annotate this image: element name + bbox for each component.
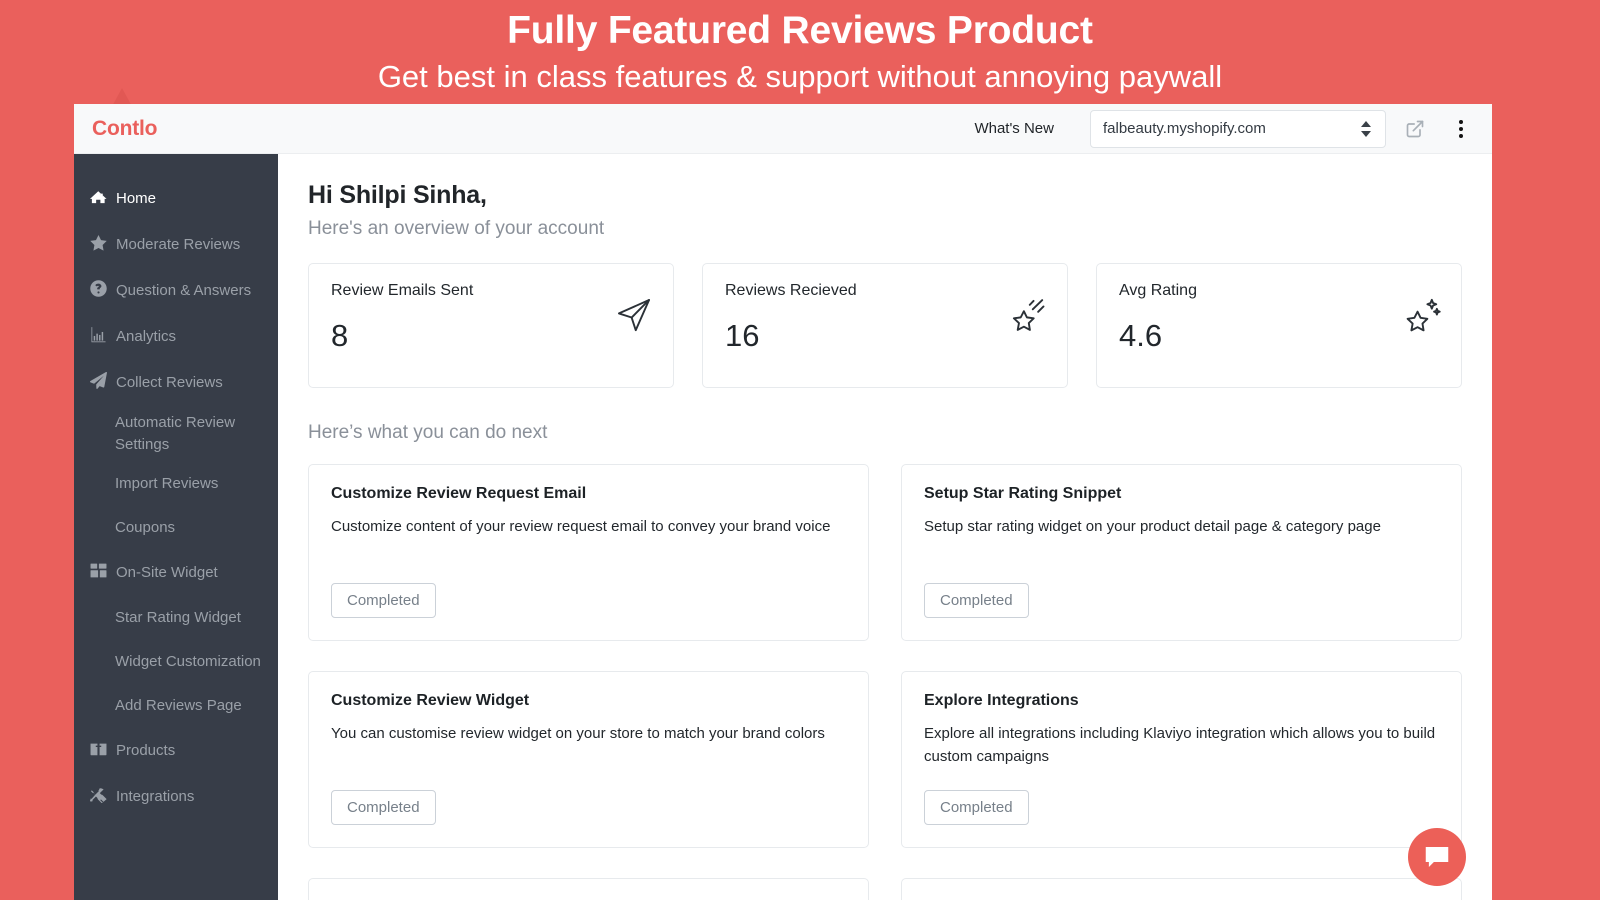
sidebar-label: Question & Answers [116, 268, 251, 314]
task-status-button[interactable]: Completed [331, 790, 436, 825]
paper-plane-icon [615, 296, 653, 339]
sidebar-item-moderate-reviews[interactable]: Moderate Reviews [74, 222, 278, 268]
stats-row: Review Emails Sent 8 Reviews Recieved 16 [308, 263, 1462, 388]
sidebar-label: Integrations [116, 774, 194, 820]
task-description: Customize content of your review request… [331, 515, 846, 538]
sidebar-item-integrations[interactable]: Integrations [74, 774, 278, 820]
main-content: Hi Shilpi Sinha, Here's an overview of y… [278, 154, 1492, 900]
sidebar-item-on-site-widget[interactable]: On-Site Widget [74, 550, 278, 596]
sidebar-subitem-add-reviews-page[interactable]: Add Reviews Page [74, 684, 278, 728]
sidebar: Home Moderate Reviews Question & Answers [74, 154, 278, 900]
app-header: Contlo What's New falbeauty.myshopify.co… [74, 104, 1492, 154]
sidebar-label: Automatic Review Settings [115, 412, 264, 456]
task-description: Explore all integrations including Klavi… [924, 722, 1439, 769]
sidebar-label: On-Site Widget [116, 550, 218, 596]
sidebar-label: Products [116, 728, 175, 774]
shooting-star-icon [1009, 296, 1047, 339]
task-description: Setup star rating widget on your product… [924, 515, 1439, 538]
sidebar-label: Coupons [115, 517, 175, 539]
task-cards-grid: Customize Review Request Email Customize… [308, 464, 1462, 900]
chevron-up-down-icon [1361, 120, 1373, 138]
task-card: Explore Analytics Explore how your revie… [308, 878, 869, 900]
task-title: Customize Review Widget [331, 692, 846, 710]
whats-new-link[interactable]: What's New [974, 120, 1054, 137]
next-steps-title: Here’s what you can do next [308, 422, 1462, 444]
bar-chart-icon [90, 326, 107, 343]
external-link-icon[interactable] [1398, 112, 1432, 146]
sidebar-item-home[interactable]: Home [74, 176, 278, 222]
chat-bubble-icon [1422, 842, 1452, 872]
star-sparkle-icon [1403, 296, 1441, 339]
sidebar-subitem-automatic-review-settings[interactable]: Automatic Review Settings [74, 406, 278, 462]
sidebar-subitem-star-rating-widget[interactable]: Star Rating Widget [74, 596, 278, 640]
sidebar-label: Import Reviews [115, 473, 218, 495]
task-title: Setup Star Rating Snippet [924, 485, 1439, 503]
promo-subtitle: Get best in class features & support wit… [0, 52, 1600, 95]
sidebar-item-products[interactable]: Products [74, 728, 278, 774]
sidebar-label: Collect Reviews [116, 360, 223, 406]
paper-plane-icon [90, 372, 107, 389]
task-status-button[interactable]: Completed [924, 790, 1029, 825]
stat-card-avg-rating: Avg Rating 4.6 [1096, 263, 1462, 388]
store-select[interactable]: falbeauty.myshopify.com [1090, 110, 1386, 148]
sidebar-item-analytics[interactable]: Analytics [74, 314, 278, 360]
grid-icon [90, 562, 107, 579]
page-title: Hi Shilpi Sinha, [308, 181, 1462, 210]
tools-icon [90, 786, 107, 803]
home-icon [90, 188, 107, 205]
chat-widget-button[interactable] [1408, 828, 1466, 886]
task-card: Explore Integrations Explore all integra… [901, 671, 1462, 848]
stat-value: 4.6 [1119, 318, 1439, 354]
task-card: Setup Coupons Incentivize your customers… [901, 878, 1462, 900]
stat-card-review-emails-sent: Review Emails Sent 8 [308, 263, 674, 388]
task-status-button[interactable]: Completed [331, 583, 436, 618]
star-icon [90, 234, 107, 251]
sidebar-label: Moderate Reviews [116, 222, 240, 268]
kebab-menu-icon[interactable] [1444, 112, 1478, 146]
header-actions: What's New falbeauty.myshopify.com [974, 110, 1492, 148]
sidebar-label: Home [116, 176, 156, 222]
sidebar-item-collect-reviews[interactable]: Collect Reviews [74, 360, 278, 406]
brand-logo[interactable]: Contlo [92, 117, 157, 141]
sidebar-label: Add Reviews Page [115, 695, 242, 717]
task-card: Customize Review Request Email Customize… [308, 464, 869, 641]
sidebar-subitem-widget-customization[interactable]: Widget Customization [74, 640, 278, 684]
stat-value: 8 [331, 318, 651, 354]
app-window: Contlo What's New falbeauty.myshopify.co… [74, 104, 1492, 900]
box-icon [90, 740, 107, 757]
task-status-button[interactable]: Completed [924, 583, 1029, 618]
promo-banner: Fully Featured Reviews Product Get best … [0, 0, 1600, 104]
task-title: Explore Integrations [924, 692, 1439, 710]
stat-label: Review Emails Sent [331, 282, 651, 300]
sidebar-item-question-answers[interactable]: Question & Answers [74, 268, 278, 314]
task-title: Customize Review Request Email [331, 485, 846, 503]
sidebar-label: Widget Customization [115, 651, 261, 673]
stat-label: Reviews Recieved [725, 282, 1045, 300]
stat-value: 16 [725, 318, 1045, 354]
question-circle-icon [90, 280, 107, 297]
sidebar-label: Star Rating Widget [115, 607, 241, 629]
promo-title: Fully Featured Reviews Product [0, 0, 1600, 52]
sidebar-label: Analytics [116, 314, 176, 360]
store-select-value: falbeauty.myshopify.com [1103, 120, 1266, 137]
task-card: Setup Star Rating Snippet Setup star rat… [901, 464, 1462, 641]
sidebar-subitem-import-reviews[interactable]: Import Reviews [74, 462, 278, 506]
stat-card-reviews-recieved: Reviews Recieved 16 [702, 263, 1068, 388]
task-description: You can customise review widget on your … [331, 722, 846, 745]
task-card: Customize Review Widget You can customis… [308, 671, 869, 848]
sidebar-subitem-coupons[interactable]: Coupons [74, 506, 278, 550]
page-subtitle: Here's an overview of your account [308, 218, 1462, 240]
stat-label: Avg Rating [1119, 282, 1439, 300]
